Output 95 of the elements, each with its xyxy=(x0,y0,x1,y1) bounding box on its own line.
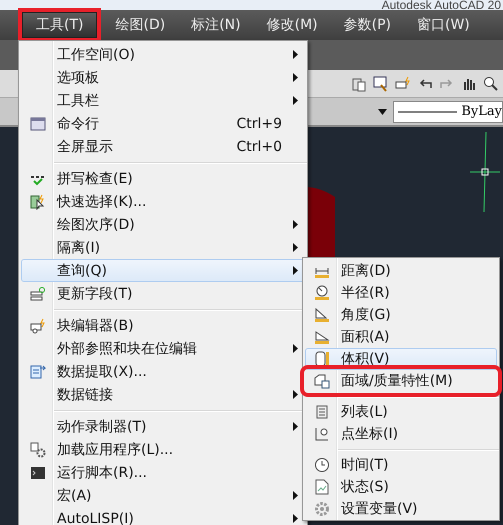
menu-item-label: 查询(Q) xyxy=(57,262,107,280)
field-update-icon xyxy=(30,286,46,302)
menu-item[interactable]: 更新字段(T) xyxy=(21,282,305,305)
menubar-item[interactable]: 绘图(D) xyxy=(103,8,178,42)
menu-item-label: 时间(T) xyxy=(341,456,388,474)
status-icon xyxy=(314,479,330,495)
area-icon xyxy=(314,329,330,345)
menu-item[interactable]: 全屏显示 Ctrl+0 xyxy=(21,135,305,158)
menu-item[interactable]: AutoLISP(I) xyxy=(21,507,305,525)
menu-item[interactable]: 快速选择(K)... xyxy=(21,190,305,213)
menu-item-label: 工作空间(O) xyxy=(57,46,135,64)
menu-item-label: 距离(D) xyxy=(341,262,391,280)
menu-item-label: 外部参照和块在位编辑 xyxy=(57,340,197,358)
menubar-item[interactable]: 修改(M) xyxy=(254,8,330,42)
menu-item-label: 面域/质量特性(M) xyxy=(341,372,453,390)
menu-item[interactable]: 距离(D) xyxy=(305,260,497,282)
list-icon xyxy=(314,404,330,420)
gear-icon xyxy=(30,442,46,458)
menu-item-label: 隔离(I) xyxy=(57,238,100,256)
menu-item-label: 动作录制器(T) xyxy=(57,418,146,436)
dropdown-arrow-icon[interactable] xyxy=(378,108,387,114)
menu-item-label: 点坐标(I) xyxy=(341,425,398,443)
menu-item-label: 半径(R) xyxy=(341,284,390,302)
menu-item[interactable]: 绘图次序(D) xyxy=(21,213,305,236)
menu-item[interactable]: 数据链接 xyxy=(21,383,305,406)
menu-item-label: 快速选择(K)... xyxy=(57,192,146,210)
paste-icon xyxy=(351,76,367,92)
menu-item-label: 加载应用程序(L)... xyxy=(57,440,174,458)
menu-item-label: 面积(A) xyxy=(341,328,390,346)
menu-item[interactable]: 点坐标(I) xyxy=(305,423,497,445)
menu-item-label: 拼写检查(E) xyxy=(57,170,133,188)
clock-icon xyxy=(314,457,330,473)
menu-item-label: 更新字段(T) xyxy=(57,284,132,302)
menu-item[interactable]: 设置变量(V) xyxy=(305,498,497,520)
shortcut-label: Ctrl+0 xyxy=(236,138,282,154)
menu-item[interactable]: 块编辑器(B) xyxy=(21,314,305,337)
cursor-icon xyxy=(30,194,46,210)
menu-item[interactable]: 外部参照和块在位编辑 xyxy=(21,337,305,360)
zoom-icon xyxy=(483,76,499,92)
menubar-item[interactable]: 参数(P) xyxy=(332,8,403,42)
menu-item-label: 工具栏 xyxy=(57,92,99,110)
menubar-item[interactable]: 标注(N) xyxy=(179,8,253,42)
menu-item-label: 状态(S) xyxy=(341,478,389,496)
menubar-item[interactable]: 工具(T) xyxy=(18,8,102,42)
menu-item[interactable]: 动作录制器(T) xyxy=(21,415,305,438)
menu-item[interactable]: 宏(A) xyxy=(21,484,305,507)
menu-item-label: 运行脚本(R)... xyxy=(57,464,148,482)
gear-icon xyxy=(314,501,330,517)
menu-item[interactable]: 面域/质量特性(M) xyxy=(305,370,497,392)
menu-item-label: 体积(V) xyxy=(341,350,390,368)
menu-item[interactable]: 面积(A) xyxy=(305,326,497,348)
menu-item[interactable]: 列表(L) xyxy=(305,401,497,423)
crosshair-icon xyxy=(470,132,500,212)
cylinder-icon xyxy=(314,351,330,367)
menu-item[interactable]: 半径(R) xyxy=(305,282,497,304)
menubar-item[interactable]: 窗口(W) xyxy=(405,8,482,42)
window-title: Autodesk AutoCAD 20 xyxy=(382,0,501,10)
menu-item-label: 列表(L) xyxy=(341,403,388,421)
linetype-value: ByLay xyxy=(461,104,502,119)
menu-item[interactable]: 角度(G) xyxy=(305,304,497,326)
menu-item[interactable]: 状态(S) xyxy=(305,476,497,498)
menu-item-label: 数据链接 xyxy=(57,386,113,404)
menu-item-label: 设置变量(V) xyxy=(341,500,418,518)
menu-item[interactable]: 拼写检查(E) xyxy=(21,167,305,190)
window-icon xyxy=(30,116,46,132)
menu-item[interactable]: 加载应用程序(L)... xyxy=(21,438,305,461)
menu-item-label: 绘图次序(D) xyxy=(57,216,135,234)
menu-item-label: 块编辑器(B) xyxy=(57,316,134,334)
linetype-field[interactable]: ByLay xyxy=(393,100,503,122)
menu-item-label: 命令行 xyxy=(57,114,99,132)
menu-item-label: AutoLISP(I) xyxy=(57,510,134,525)
mass-properties-icon xyxy=(314,373,330,389)
block-editor-icon xyxy=(30,318,46,334)
radius-icon xyxy=(314,285,330,301)
menu-item[interactable]: 工具栏 xyxy=(21,89,305,112)
table-export-icon xyxy=(30,364,46,380)
shortcut-label: Ctrl+9 xyxy=(236,116,282,132)
line-sample-icon xyxy=(398,110,458,112)
menu-item[interactable]: 隔离(I) xyxy=(21,236,305,259)
menu-item[interactable]: 命令行 Ctrl+9 xyxy=(21,112,305,135)
menu-item[interactable]: 时间(T) xyxy=(305,454,497,476)
menu-item-label: 全屏显示 xyxy=(57,138,113,156)
menu-item-label: 选项板 xyxy=(57,68,99,86)
match-properties-icon xyxy=(373,76,389,92)
menu-item-label: 角度(G) xyxy=(341,306,391,324)
menu-item[interactable]: 数据提取(X)... xyxy=(21,360,305,383)
menu-item-label: 宏(A) xyxy=(57,486,92,504)
menu-item[interactable]: 查询(Q) xyxy=(21,259,305,282)
selection-icon xyxy=(395,76,411,92)
point-coordinate-icon xyxy=(314,426,330,442)
terminal-icon xyxy=(30,464,46,480)
angle-icon xyxy=(314,307,330,323)
menu-item[interactable]: 选项板 xyxy=(21,66,305,89)
menu-item-label: 数据提取(X)... xyxy=(57,362,147,380)
menu-item[interactable]: 运行脚本(R)... xyxy=(21,461,305,484)
